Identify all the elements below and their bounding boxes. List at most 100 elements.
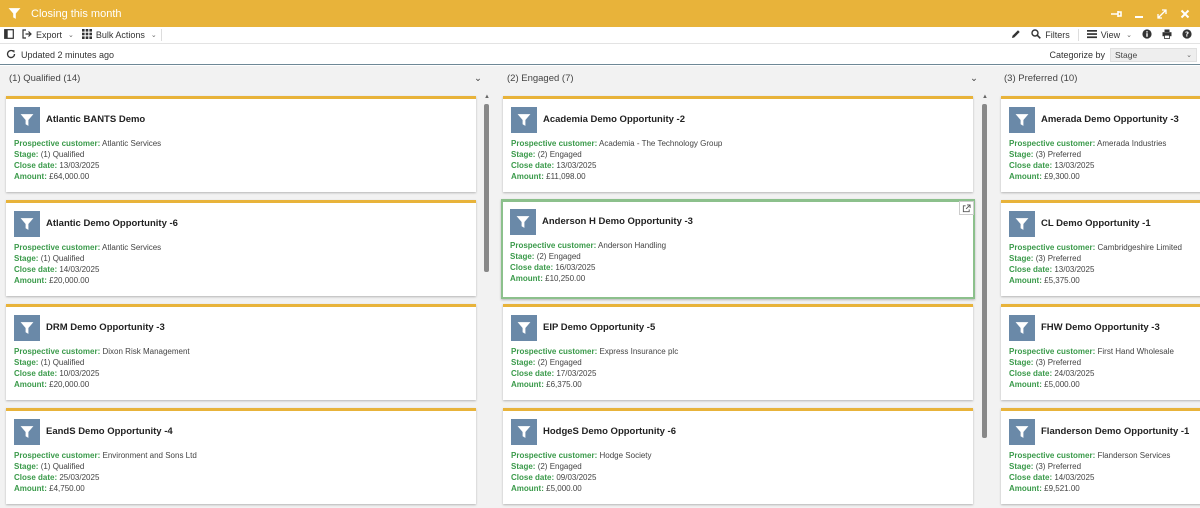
customer-value: Dixon Risk Management (102, 347, 190, 356)
bulk-actions-label: Bulk Actions (95, 30, 145, 40)
scroll-up-icon[interactable]: ▲ (982, 94, 988, 100)
field-label: Prospective customer: (1009, 451, 1096, 460)
amount-value: £11,098.00 (546, 172, 586, 181)
opportunity-card[interactable]: HodgeS Demo Opportunity -6 Prospective c… (503, 408, 973, 504)
opportunity-card[interactable]: Atlantic Demo Opportunity -6 Prospective… (6, 200, 476, 296)
export-button[interactable]: Export ⌄ (18, 27, 78, 43)
column-header: (3) Preferred (10) (1004, 72, 1078, 84)
categorize-select[interactable]: Stage ⌄ (1110, 47, 1197, 62)
info-icon (1142, 29, 1152, 41)
amount-value: £20,000.00 (49, 276, 90, 285)
view-button[interactable]: View ⌄ (1085, 27, 1134, 43)
card-title[interactable]: DRM Demo Opportunity -3 (46, 322, 165, 333)
toolbar: Export ⌄ Bulk Actions ⌄ Filters View ⌄ ? (0, 27, 1200, 44)
customer-value: Atlantic Services (102, 139, 162, 148)
card-title[interactable]: Flanderson Demo Opportunity -1 (1041, 426, 1189, 437)
opportunity-card[interactable]: Academia Demo Opportunity -2 Prospective… (503, 96, 973, 192)
field-label: Prospective customer: (1009, 243, 1096, 252)
card-title[interactable]: Academia Demo Opportunity -2 (543, 114, 685, 125)
column-qualified: (1) Qualified (14) ⌄ Atlantic BANTS Demo… (0, 66, 494, 508)
opportunity-card[interactable]: EandS Demo Opportunity -4 Prospective cu… (6, 408, 476, 504)
scroll-up-icon[interactable]: ▲ (484, 94, 490, 100)
opportunity-card-selected[interactable]: Anderson H Demo Opportunity -3 Prospecti… (501, 199, 975, 299)
opportunity-card[interactable]: CL Demo Opportunity -1 Prospective custo… (1001, 200, 1200, 296)
stage-value: (1) Qualified (40, 150, 85, 159)
field-label: Close date: (14, 473, 58, 482)
funnel-icon (14, 315, 40, 341)
field-label: Close date: (510, 263, 554, 272)
field-label: Close date: (1009, 265, 1053, 274)
column-scrollbar[interactable] (484, 104, 489, 272)
pin-icon[interactable] (1110, 8, 1122, 20)
chevron-down-icon[interactable]: ⌄ (474, 66, 482, 90)
opportunity-card[interactable]: DRM Demo Opportunity -3 Prospective cust… (6, 304, 476, 400)
customer-value: First Hand Wholesale (1097, 347, 1174, 356)
stage-value: (1) Qualified (40, 254, 85, 263)
card-title[interactable]: HodgeS Demo Opportunity -6 (543, 426, 676, 437)
field-label: Amount: (1009, 276, 1042, 285)
close-icon[interactable] (1179, 8, 1191, 20)
customer-value: Academia - The Technology Group (599, 139, 723, 148)
amount-value: £5,375.00 (1044, 276, 1080, 285)
opportunity-card[interactable]: Amerada Demo Opportunity -3 Prospective … (1001, 96, 1200, 192)
categorize-value: Stage (1115, 49, 1138, 60)
refresh-icon[interactable] (6, 49, 16, 61)
field-label: Amount: (14, 172, 47, 181)
field-label: Stage: (511, 150, 536, 159)
card-title[interactable]: Anderson H Demo Opportunity -3 (542, 216, 693, 227)
field-label: Prospective customer: (14, 243, 101, 252)
updated-text: Updated 2 minutes ago (21, 49, 115, 60)
card-title[interactable]: Amerada Demo Opportunity -3 (1041, 114, 1179, 125)
export-label: Export (36, 30, 63, 40)
field-label: Amount: (1009, 172, 1042, 181)
expand-icon[interactable] (1156, 8, 1168, 20)
field-label: Stage: (14, 254, 39, 263)
opportunity-card[interactable]: Atlantic BANTS Demo Prospective customer… (6, 96, 476, 192)
card-title[interactable]: FHW Demo Opportunity -3 (1041, 322, 1160, 333)
stage-value: (2) Engaged (537, 462, 582, 471)
filters-button[interactable]: Filters (1029, 27, 1072, 43)
toolbar-divider (160, 29, 162, 41)
card-title[interactable]: Atlantic Demo Opportunity -6 (46, 218, 178, 229)
minimize-icon[interactable] (1133, 8, 1145, 20)
chevron-down-icon[interactable]: ⌄ (970, 66, 978, 90)
chevron-down-icon: ⌄ (1126, 32, 1132, 39)
amount-value: £5,000.00 (1044, 380, 1080, 389)
field-label: Close date: (511, 369, 555, 378)
external-link-icon[interactable] (959, 201, 974, 215)
card-title[interactable]: EIP Demo Opportunity -5 (543, 322, 655, 333)
column-scrollbar[interactable] (982, 104, 987, 438)
field-label: Prospective customer: (14, 139, 101, 148)
opportunity-card[interactable]: EIP Demo Opportunity -5 Prospective cust… (503, 304, 973, 400)
stage-value: (3) Preferred (1035, 462, 1082, 471)
amount-value: £9,521.00 (1044, 484, 1080, 493)
amount-value: £9,300.00 (1044, 172, 1080, 181)
customer-value: Atlantic Services (102, 243, 162, 252)
print-button[interactable] (1160, 27, 1174, 43)
chevron-down-icon: ⌄ (68, 32, 74, 39)
field-label: Stage: (510, 252, 535, 261)
stage-value: (3) Preferred (1035, 150, 1082, 159)
toggle-panel-button[interactable] (0, 27, 18, 43)
search-icon (1031, 29, 1042, 41)
print-icon (1162, 29, 1172, 41)
bulk-actions-button[interactable]: Bulk Actions ⌄ (78, 27, 161, 43)
field-label: Prospective customer: (511, 451, 598, 460)
info-button[interactable] (1140, 27, 1154, 43)
field-label: Amount: (14, 276, 47, 285)
card-title[interactable]: CL Demo Opportunity -1 (1041, 218, 1151, 229)
edit-button[interactable] (1009, 27, 1023, 43)
field-label: Prospective customer: (1009, 347, 1096, 356)
field-label: Close date: (1009, 369, 1053, 378)
card-title[interactable]: EandS Demo Opportunity -4 (46, 426, 173, 437)
field-label: Amount: (510, 274, 543, 283)
amount-value: £64,000.00 (49, 172, 90, 181)
amount-value: £10,250.00 (545, 274, 586, 283)
card-title[interactable]: Atlantic BANTS Demo (46, 114, 145, 125)
help-button[interactable]: ? (1180, 27, 1194, 43)
opportunity-card[interactable]: FHW Demo Opportunity -3 Prospective cust… (1001, 304, 1200, 400)
opportunity-card[interactable]: Flanderson Demo Opportunity -1 Prospecti… (1001, 408, 1200, 504)
funnel-icon (1009, 211, 1035, 237)
field-label: Close date: (1009, 473, 1053, 482)
toolbar-divider (1077, 29, 1079, 41)
